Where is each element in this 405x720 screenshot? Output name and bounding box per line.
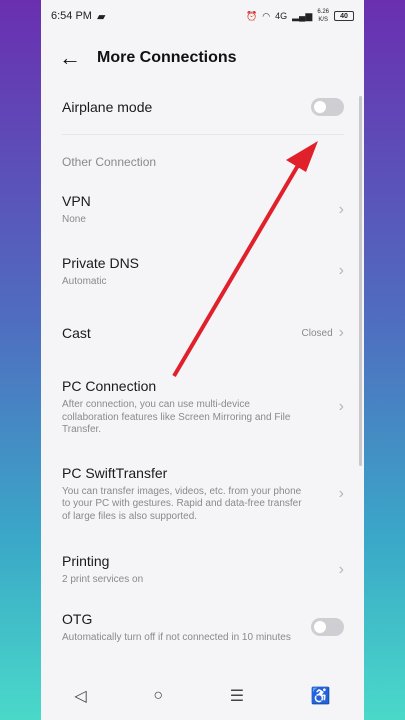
phone-screen: 6:54 PM ▰ ⏰ ◠ 4G ▂▄▆ 6.26 K/S 40 ← More C… <box>41 0 364 720</box>
chevron-right-icon: › <box>338 484 344 502</box>
list-item-otg[interactable]: OTG Automatically turn off if not connec… <box>62 611 344 645</box>
otg-toggle[interactable] <box>311 618 344 637</box>
item-subtitle: Automatically turn off if not connected … <box>62 631 291 643</box>
item-subtitle: Automatic <box>62 275 107 287</box>
list-item-private-dns[interactable]: Private DNS Automatic › <box>62 255 344 289</box>
video-icon: ▰ <box>96 10 106 23</box>
list-item-printing[interactable]: Printing 2 print services on › <box>62 553 344 587</box>
item-subtitle: You can transfer images, videos, etc. fr… <box>62 485 302 522</box>
network-label: 4G <box>275 11 288 21</box>
status-bar: 6:54 PM ▰ ⏰ ◠ 4G ▂▄▆ 6.26 K/S 40 <box>41 0 364 32</box>
chevron-right-icon: › <box>338 324 344 341</box>
chevron-right-icon: › <box>338 398 344 416</box>
item-title: PC SwiftTransfer <box>62 464 168 481</box>
back-icon[interactable]: ← <box>59 45 89 71</box>
section-label: Other Connection <box>62 155 157 169</box>
item-title: PC Connection <box>62 378 157 394</box>
page-title: More Connections <box>97 49 237 66</box>
divider <box>62 134 344 135</box>
airplane-mode-label: Airplane mode <box>62 99 153 115</box>
item-subtitle: 2 print services on <box>62 574 144 585</box>
item-title: Cast <box>62 325 91 341</box>
item-title: Private DNS <box>62 254 140 271</box>
item-title: Printing <box>62 553 110 569</box>
airplane-mode-toggle[interactable] <box>311 98 344 116</box>
battery: 40 <box>334 11 354 21</box>
wifi-icon: ◠ <box>262 10 271 21</box>
list-item-vpn[interactable]: VPN None › <box>62 193 344 227</box>
net-speed: 6.26 K/S <box>317 9 329 23</box>
list-item-pc-swifttransfer[interactable]: PC SwiftTransfer You can transfer images… <box>62 465 344 524</box>
alarm-icon: ⏰ <box>245 10 258 21</box>
signal-icon: ▂▄▆ <box>292 10 313 21</box>
item-title: VPN <box>62 193 91 209</box>
chevron-right-icon: › <box>338 200 344 218</box>
navigation-bar: ◁ ○ ☰ ♿ <box>41 672 364 720</box>
airplane-mode-row[interactable]: Airplane mode <box>62 98 344 116</box>
scrollbar[interactable] <box>359 96 362 466</box>
item-subtitle: After connection, you can use multi-devi… <box>62 399 291 435</box>
list-item-pc-connection[interactable]: PC Connection After connection, you can … <box>62 378 344 437</box>
chevron-right-icon: › <box>338 262 344 280</box>
list-item-cast[interactable]: Cast Closed › <box>62 324 344 342</box>
nav-back-icon[interactable]: ◁ <box>74 686 86 706</box>
item-subtitle: None <box>62 214 86 225</box>
settings-list: Airplane mode Other Connection VPN None … <box>41 98 364 644</box>
app-header: ← More Connections <box>41 32 364 84</box>
nav-menu-icon[interactable]: ☰ <box>230 686 244 706</box>
clock: 6:54 PM <box>51 10 92 22</box>
accessibility-icon[interactable]: ♿ <box>311 686 331 706</box>
chevron-right-icon: › <box>338 560 344 578</box>
item-title: OTG <box>62 610 93 627</box>
cast-status: Closed <box>301 327 333 339</box>
nav-home-icon[interactable]: ○ <box>153 687 163 705</box>
